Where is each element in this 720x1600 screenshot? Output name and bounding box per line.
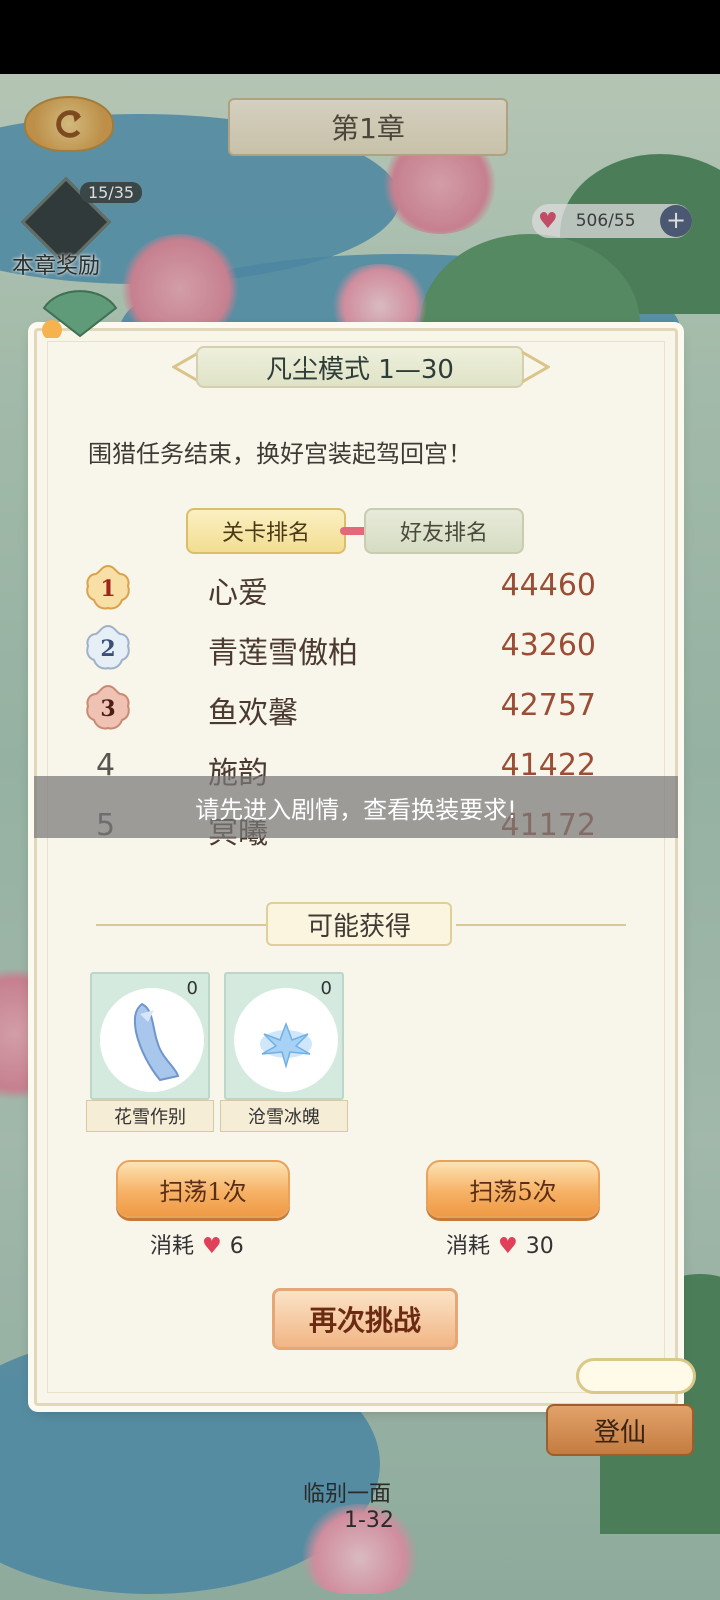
item-name: 花雪作别	[86, 1100, 214, 1132]
cost-value: 30	[525, 1234, 554, 1259]
mode-title: 凡尘模式 1—30	[196, 346, 524, 388]
cost-label: 消耗	[150, 1234, 195, 1259]
ranking-row: 2 青莲雪傲柏 43260	[80, 620, 620, 676]
svg-text:2: 2	[100, 636, 115, 662]
reward-item[interactable]: 0 花雪作别	[86, 972, 214, 1132]
obtain-title: 可能获得	[266, 902, 452, 946]
result-panel	[34, 328, 678, 1406]
sweep-five-button[interactable]: 扫荡5次	[426, 1160, 600, 1218]
svg-text:3: 3	[100, 696, 115, 722]
sweep-once-cost: 消耗 ♥ 6	[150, 1228, 244, 1260]
item-frame: 0	[224, 972, 344, 1100]
item-name: 沧雪冰魄	[220, 1100, 348, 1132]
divider-right	[456, 924, 626, 926]
rank-tabs: 关卡排名 好友排名	[186, 508, 526, 556]
item-count: 0	[320, 978, 332, 999]
crystal-shoe-icon	[133, 1002, 180, 1082]
rank-score: 44460	[500, 568, 596, 603]
sweep-five-cost: 消耗 ♥ 30	[446, 1228, 554, 1260]
story-text: 围猎任务结束，换好宫装起驾回宫！	[88, 440, 472, 468]
level-name: 临别一面	[302, 1482, 391, 1507]
rank-1-badge-icon: 1	[86, 564, 130, 610]
status-bar	[0, 0, 720, 74]
item-icon-holder	[234, 988, 338, 1092]
ice-crystal-icon	[260, 1021, 312, 1069]
rank-name: 青莲雪傲柏	[208, 636, 358, 671]
toast-message: 请先进入剧情，查看换装要求!	[34, 776, 678, 838]
rank-3-badge-icon: 3	[86, 684, 130, 730]
heart-icon: ♥	[202, 1234, 222, 1259]
item-frame: 0	[90, 972, 210, 1100]
svg-text:1: 1	[100, 576, 115, 602]
dengxian-button[interactable]: 登仙	[546, 1404, 694, 1456]
cost-value: 6	[229, 1234, 244, 1259]
ranking-row: 1 心爱 44460	[80, 560, 620, 616]
tab-stage-rank[interactable]: 关卡排名	[186, 508, 346, 554]
reward-item[interactable]: 0 沧雪冰魄	[220, 972, 348, 1132]
cost-label: 消耗	[446, 1234, 491, 1259]
retry-button[interactable]: 再次挑战	[272, 1288, 458, 1350]
divider-left	[96, 924, 266, 926]
fan-decoration-icon	[42, 290, 118, 338]
tab-friend-rank[interactable]: 好友排名	[364, 508, 524, 554]
sweep-once-button[interactable]: 扫荡1次	[116, 1160, 290, 1218]
rank-name: 鱼欢馨	[208, 696, 298, 731]
rank-score: 42757	[500, 688, 596, 723]
title-ornament-right-icon	[521, 350, 550, 384]
item-count: 0	[186, 978, 198, 999]
scroll-decoration	[576, 1358, 696, 1394]
rank-2-badge-icon: 2	[86, 624, 130, 670]
item-icon-holder	[100, 988, 204, 1092]
ranking-row: 3 鱼欢馨 42757	[80, 680, 620, 736]
heart-icon: ♥	[498, 1234, 518, 1259]
map-level-node[interactable]: 临别一面 1-32	[300, 1476, 394, 1533]
rank-score: 43260	[500, 628, 596, 663]
rank-name: 心爱	[208, 576, 268, 611]
level-id: 1-32	[344, 1508, 394, 1533]
